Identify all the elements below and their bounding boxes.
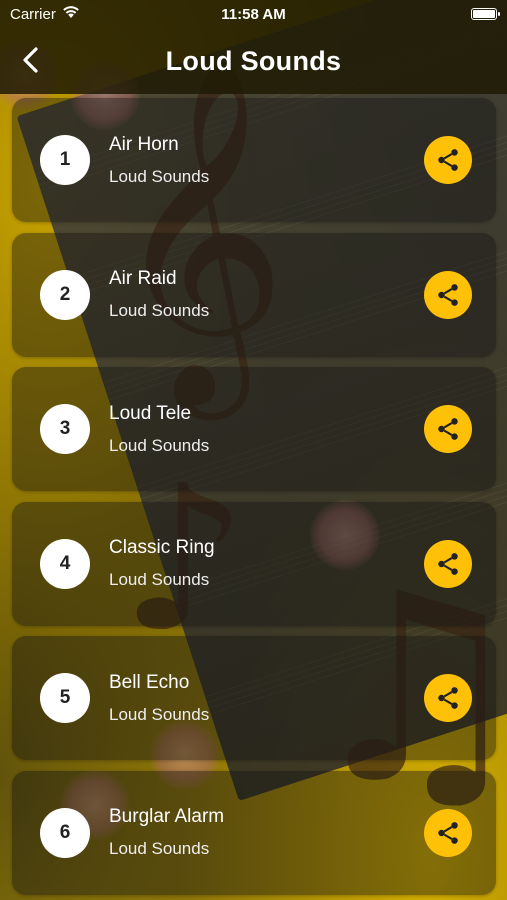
page-title: Loud Sounds — [165, 45, 342, 76]
battery-icon — [471, 8, 500, 20]
share-button[interactable] — [424, 674, 472, 722]
sound-number-badge: 5 — [40, 673, 90, 723]
sound-list-item[interactable]: 2 Air Raid Loud Sounds — [12, 232, 496, 357]
sound-list-item[interactable]: 1 Air Horn Loud Sounds — [12, 98, 496, 222]
sound-title: Burglar Alarm — [109, 806, 225, 827]
share-icon — [438, 552, 458, 575]
share-icon — [438, 687, 458, 709]
share-icon — [438, 149, 458, 171]
share-button[interactable] — [424, 808, 472, 857]
carrier-label: Carrier — [10, 5, 56, 23]
share-button[interactable] — [424, 136, 472, 184]
navigation-bar: Loud Sounds — [0, 28, 507, 94]
sound-number-badge: 6 — [40, 807, 90, 858]
sound-list-item[interactable]: 3 Loud Tele Loud Sounds — [12, 367, 496, 491]
share-button[interactable] — [424, 270, 472, 319]
sound-category: Loud Sounds — [109, 704, 210, 724]
sound-category: Loud Sounds — [109, 570, 210, 589]
share-icon — [438, 821, 458, 844]
sound-list: 1 Air Horn Loud Sounds 2 Air Raid Loud S… — [12, 98, 496, 900]
sound-title: Classic Ring — [109, 537, 215, 558]
sound-list-item[interactable]: 4 Classic Ring Loud Sounds — [12, 501, 496, 626]
sound-list-item[interactable]: 5 Bell Echo Loud Sounds — [12, 636, 496, 760]
back-button[interactable] — [12, 42, 48, 78]
share-icon — [438, 418, 458, 440]
status-bar: Carrier 11:58 AM — [0, 0, 507, 28]
sound-title: Air Horn — [109, 133, 179, 155]
sound-category: Loud Sounds — [109, 301, 210, 320]
sound-category: Loud Sounds — [109, 839, 210, 858]
sound-category: Loud Sounds — [109, 166, 210, 186]
chevron-left-icon — [23, 47, 38, 73]
sound-list-item[interactable]: 6 Burglar Alarm Loud Sounds — [12, 770, 496, 895]
share-button[interactable] — [424, 405, 472, 453]
wifi-icon — [62, 5, 80, 23]
sound-number-badge: 4 — [40, 538, 90, 589]
sound-number-badge: 1 — [40, 135, 90, 185]
sound-title: Bell Echo — [109, 671, 190, 693]
sound-number-badge: 2 — [40, 269, 90, 320]
sound-title: Air Raid — [109, 268, 177, 289]
share-icon — [438, 283, 458, 306]
sound-category: Loud Sounds — [109, 435, 210, 455]
share-button[interactable] — [424, 539, 472, 588]
sound-number-badge: 3 — [40, 404, 90, 454]
sound-title: Loud Tele — [109, 402, 192, 424]
